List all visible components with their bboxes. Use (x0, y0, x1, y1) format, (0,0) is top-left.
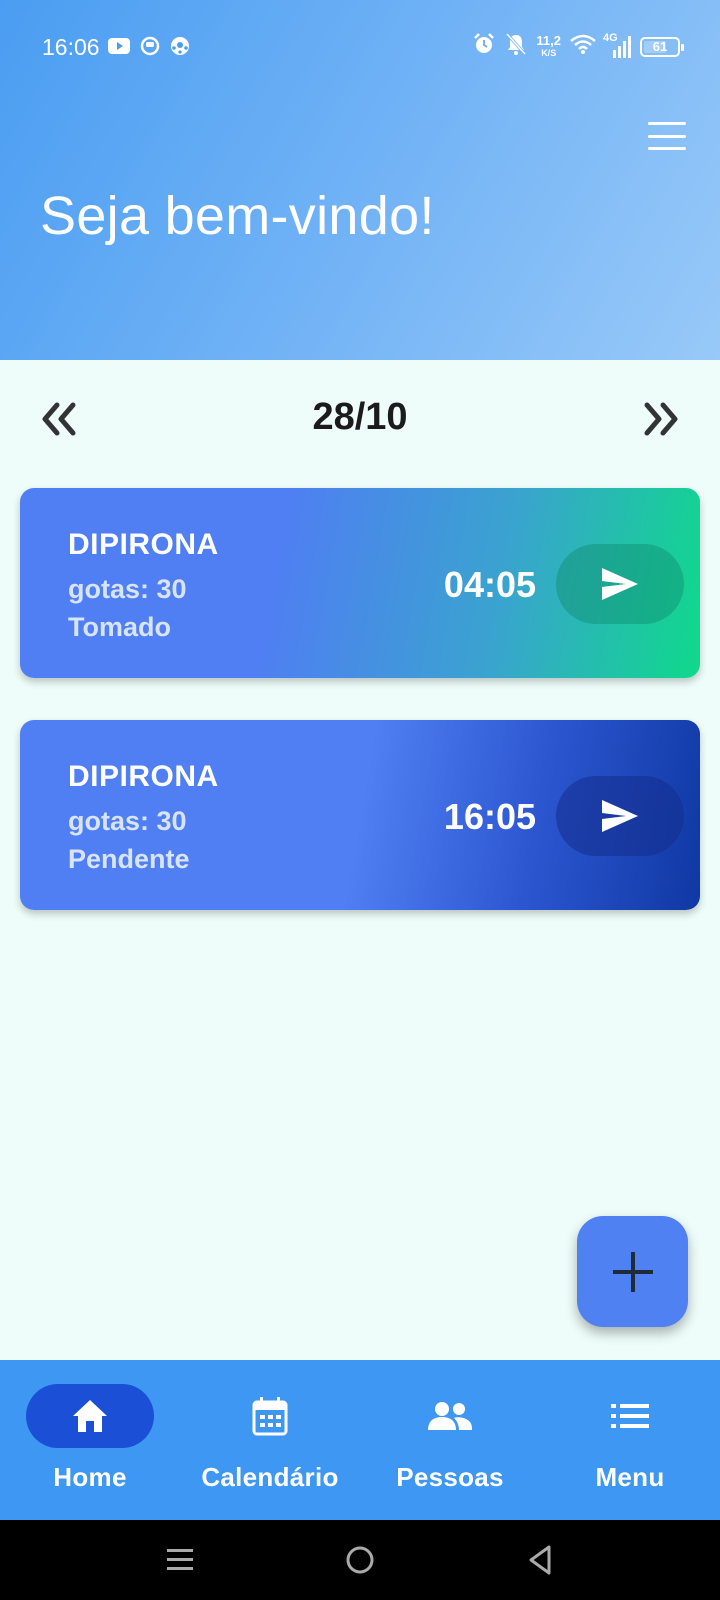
calendar-icon (180, 1396, 360, 1436)
youtube-icon (108, 38, 130, 59)
home-system-button[interactable] (340, 1540, 380, 1580)
network-type: 4G (603, 31, 618, 44)
next-day-button[interactable] (636, 394, 686, 444)
home-icon (0, 1396, 180, 1436)
date-nav: 28/10 (0, 380, 720, 456)
nav-item-home[interactable]: Home (0, 1360, 180, 1520)
notification-icon (140, 36, 160, 61)
status-left-icons (108, 36, 190, 61)
double-chevron-right-icon (644, 402, 678, 436)
medication-name: DIPIRONA (68, 760, 219, 793)
status-time: 16:06 (42, 34, 100, 60)
bottom-nav: Home Calendário Pessoas Menu (0, 1360, 720, 1520)
nav-item-calendar[interactable]: Calendário (180, 1360, 360, 1520)
battery-icon: 61 (640, 36, 684, 57)
system-nav-bar (0, 1520, 720, 1600)
triangle-back-icon (529, 1545, 551, 1575)
net-speed: 11,2 K/S (536, 32, 561, 59)
medication-card[interactable]: DIPIRONA gotas: 30 Pendente 16:05 (20, 720, 700, 910)
alarm-icon (472, 32, 496, 61)
battery-level: 61 (652, 39, 668, 54)
welcome-title: Seja bem-vindo! (40, 186, 435, 246)
medication-name: DIPIRONA (68, 528, 219, 561)
send-icon (602, 800, 638, 832)
hamburger-icon[interactable] (648, 122, 686, 150)
nav-item-people[interactable]: Pessoas (360, 1360, 540, 1520)
add-medication-button[interactable] (577, 1216, 688, 1327)
list-icon (540, 1396, 720, 1436)
nav-label: Menu (595, 1462, 665, 1492)
soccer-ball-icon (170, 36, 190, 61)
circle-home-icon (346, 1546, 374, 1574)
status-right-icons: 11,2 K/S 4G 61 (472, 32, 684, 61)
medication-dose: gotas: 30 (68, 574, 187, 604)
medication-dose: gotas: 30 (68, 806, 187, 836)
signal-icon: 4G (603, 32, 631, 58)
medication-time: 04:05 (443, 564, 536, 605)
send-icon (602, 568, 638, 600)
wifi-icon (570, 34, 596, 59)
current-date: 28/10 (312, 396, 408, 438)
medication-status: Tomado (68, 612, 171, 642)
nav-label: Home (53, 1462, 127, 1492)
bell-off-icon (505, 32, 527, 61)
nav-label: Calendário (201, 1462, 339, 1492)
send-button[interactable] (556, 544, 684, 624)
header: 16:06 11,2 K/S 4G 61 Seja bem-vindo! (0, 0, 720, 360)
net-speed-value: 11,2 (536, 32, 561, 48)
nav-label: Pessoas (396, 1462, 504, 1492)
medication-time: 16:05 (443, 796, 536, 837)
recent-apps-icon (167, 1549, 193, 1570)
nav-item-menu[interactable]: Menu (540, 1360, 720, 1520)
net-speed-unit: K/S (541, 47, 557, 58)
people-icon (360, 1396, 540, 1436)
recent-apps-button[interactable] (160, 1540, 200, 1580)
medication-status: Pendente (68, 844, 190, 874)
plus-icon (612, 1251, 653, 1292)
medication-card[interactable]: DIPIRONA gotas: 30 Tomado 04:05 (20, 488, 700, 678)
status-bar: 16:06 11,2 K/S 4G 61 (0, 0, 720, 94)
send-button[interactable] (556, 776, 684, 856)
back-button[interactable] (520, 1540, 560, 1580)
